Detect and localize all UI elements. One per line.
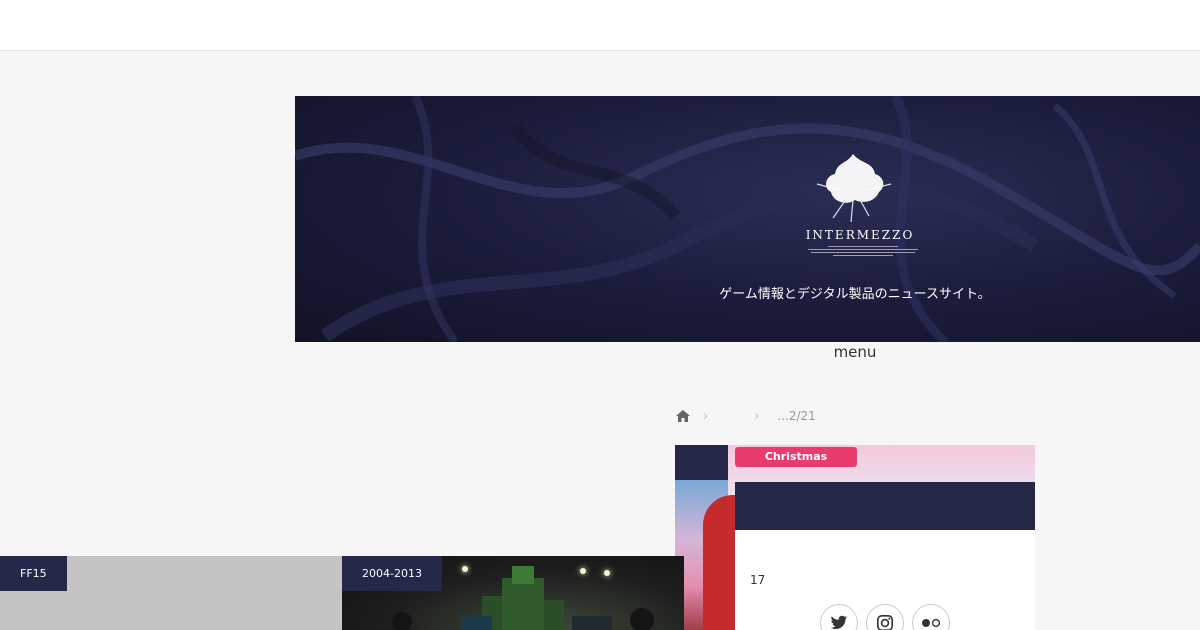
top-bar (0, 0, 1200, 51)
stage-light (604, 570, 610, 576)
flickr-link[interactable] (912, 604, 950, 630)
post-card[interactable]: 2004-2013 (342, 556, 684, 630)
flickr-icon (922, 618, 941, 628)
category-tag[interactable] (675, 445, 728, 480)
flower-logo-icon (816, 154, 892, 223)
banner-background (295, 96, 1200, 342)
instagram-link[interactable] (866, 604, 904, 630)
home-icon[interactable] (675, 408, 691, 424)
twitter-link[interactable] (820, 604, 858, 630)
stage-light (462, 566, 468, 572)
breadcrumb-separator: › (703, 408, 709, 424)
author-card-header (735, 482, 1035, 530)
breadcrumb: › › ...2/21 (675, 406, 816, 426)
post-category-tag[interactable]: 2004-2013 (342, 556, 442, 591)
author-card: 17 (735, 482, 1035, 630)
stage-light (580, 568, 586, 574)
post-count: 17 (750, 573, 766, 587)
header-banner[interactable]: INTERMEZZO ゲーム情報とデジタル製品のニュースサイト。 (295, 96, 1200, 342)
instagram-icon (876, 614, 894, 630)
breadcrumb-current: ...2/21 (777, 409, 816, 423)
post-card[interactable]: FF15 (0, 556, 342, 630)
hero-sign: Christmas (735, 447, 857, 467)
site-logo-text: INTERMEZZO (805, 228, 915, 242)
twitter-icon (830, 615, 848, 629)
social-links (820, 604, 950, 630)
site-tagline: ゲーム情報とデジタル製品のニュースサイト。 (719, 287, 991, 302)
logo-fine-print (803, 246, 923, 256)
breadcrumb-separator: › (754, 408, 760, 424)
post-category-tag[interactable]: FF15 (0, 556, 67, 591)
menu-button[interactable]: menu (805, 343, 905, 361)
